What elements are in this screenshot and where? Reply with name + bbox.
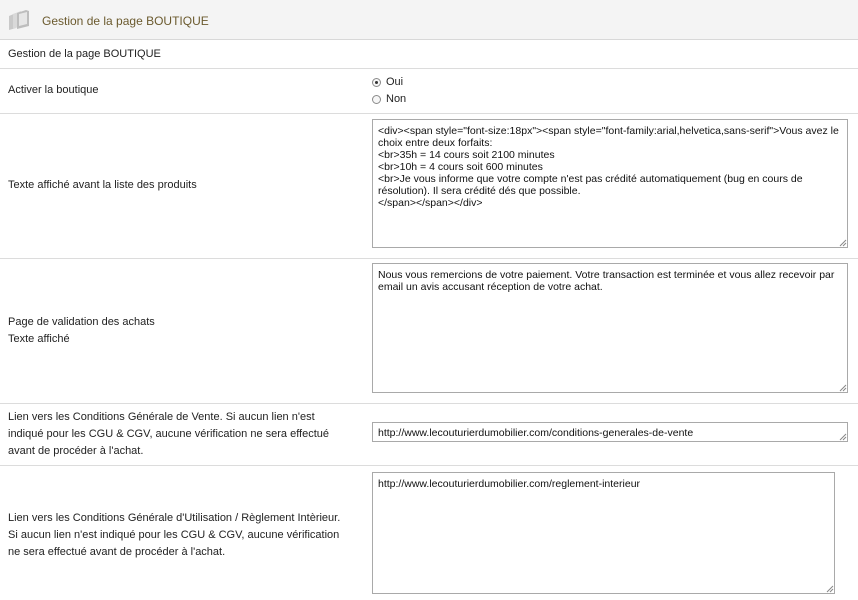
header-title: Gestion de la page BOUTIQUE xyxy=(42,14,209,28)
resize-grip-icon[interactable] xyxy=(839,239,847,247)
section-title-row: Gestion de la page BOUTIQUE xyxy=(0,40,858,69)
radio-non-label: Non xyxy=(386,93,407,105)
activer-boutique-row: Activer la boutique Oui Non xyxy=(0,69,858,114)
texte-avant-label: Texte affiché avant la liste des produit… xyxy=(8,179,197,191)
texte-avant-textarea[interactable]: <div><span style="font-size:18px"><span … xyxy=(372,119,848,248)
cgu-label: Lien vers les Conditions Générale d'Util… xyxy=(8,512,341,558)
radio-oui[interactable]: Oui xyxy=(372,76,403,88)
section-title: Gestion de la page BOUTIQUE xyxy=(8,48,161,60)
resize-grip-icon[interactable] xyxy=(839,433,847,441)
validation-row: Page de validation des achats Texte affi… xyxy=(0,259,858,404)
activer-boutique-label: Activer la boutique xyxy=(8,84,99,96)
texte-avant-row: Texte affiché avant la liste des produit… xyxy=(0,114,858,259)
cgu-row: Lien vers les Conditions Générale d'Util… xyxy=(0,466,858,600)
cgv-link-field[interactable]: http://www.lecouturierdumobilier.com/con… xyxy=(372,422,848,442)
cgv-label: Lien vers les Conditions Générale de Ven… xyxy=(8,411,330,457)
validation-label-line1: Page de validation des achats xyxy=(8,316,155,328)
validation-label-line2: Texte affiché xyxy=(8,333,70,345)
folder-icon xyxy=(9,10,29,30)
validation-label: Page de validation des achats Texte affi… xyxy=(8,314,353,348)
cgv-row: Lien vers les Conditions Générale de Ven… xyxy=(0,404,858,466)
page-header: Gestion de la page BOUTIQUE xyxy=(0,0,858,40)
resize-grip-icon[interactable] xyxy=(839,384,847,392)
radio-oui-label: Oui xyxy=(386,76,404,88)
radio-non-indicator[interactable] xyxy=(372,94,381,104)
radio-oui-indicator[interactable] xyxy=(372,77,381,87)
cgu-link-field[interactable]: http://www.lecouturierdumobilier.com/reg… xyxy=(372,472,835,594)
validation-textarea[interactable]: Nous vous remercions de votre paiement. … xyxy=(372,263,848,393)
radio-non[interactable]: Non xyxy=(372,93,406,105)
resize-grip-icon[interactable] xyxy=(826,585,834,593)
